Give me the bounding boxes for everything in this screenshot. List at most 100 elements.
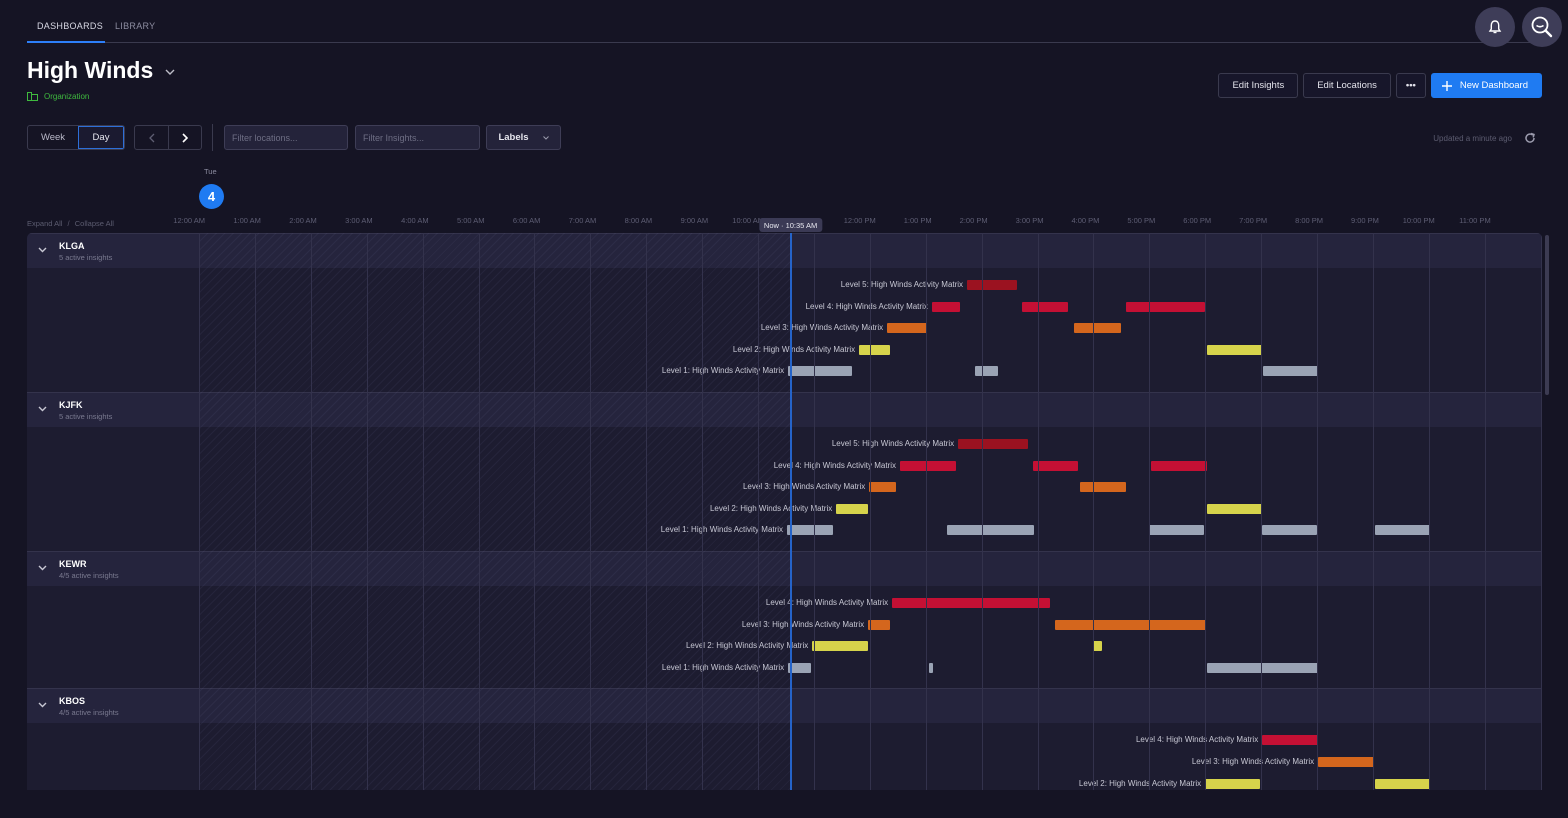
insight-bar-level-3[interactable] — [869, 482, 897, 493]
more-options-button[interactable]: ••• — [1395, 73, 1426, 98]
hour-tick-label: 8:00 PM — [1295, 216, 1323, 225]
timeline-grid: KLGA 5 active insights Level 5: High Winds… — [27, 233, 1542, 790]
hour-tick-label: 2:00 AM — [289, 216, 317, 225]
insight-bar-level-1[interactable] — [788, 662, 812, 673]
insight-row-label: Level 2: High Winds Activity Matrix — [685, 641, 809, 651]
insight-bar-level-1[interactable] — [1262, 525, 1317, 536]
notifications-button[interactable] — [1475, 7, 1515, 47]
hour-tick-label: 1:00 AM — [233, 216, 261, 225]
hour-tick-label: 8:00 AM — [624, 216, 653, 225]
hour-tick-label: 4:00 AM — [401, 216, 429, 225]
insight-row-label: Level 3: High Winds Activity Matrix — [742, 482, 866, 492]
insight-bar-level-1[interactable] — [788, 366, 852, 377]
location-insight-count: 4/5 active insights — [59, 708, 119, 718]
insight-row-label: Level 2: High Winds Activity Matrix — [732, 344, 856, 354]
insight-bar-level-1[interactable] — [1375, 525, 1430, 536]
location-body — [27, 723, 1542, 790]
location-header[interactable]: KJFK 5 active insights — [27, 392, 1542, 427]
insight-row-label: Level 2: High Winds Activity Matrix — [709, 503, 833, 513]
insight-row-label: Level 5: High Winds Activity Matrix — [831, 439, 955, 448]
view-week-button[interactable]: Week — [28, 126, 78, 149]
insight-bar-level-3[interactable] — [1073, 323, 1121, 334]
filter-locations-input[interactable] — [224, 125, 348, 150]
hour-tick-label: 11:00 PM — [1459, 216, 1491, 225]
divider — [212, 124, 213, 151]
hour-tick-label: 10:00 PM — [1402, 216, 1435, 225]
dashboard-title[interactable]: High Winds — [27, 57, 175, 84]
hour-tick-label: 4:00 PM — [1071, 216, 1100, 225]
tab-library[interactable]: LIBRARY — [105, 0, 165, 43]
insight-row-label: Level 3: High Winds Activity Matrix — [1191, 757, 1315, 766]
dashboard-title-text: High Winds — [27, 57, 154, 83]
insight-row-label: Level 4: High Winds Activity Matrix — [805, 301, 928, 311]
next-day-button[interactable] — [168, 126, 201, 149]
new-dashboard-button[interactable]: New Dashboard — [1430, 73, 1542, 98]
insight-bar-level-3[interactable] — [1318, 757, 1374, 767]
vertical-scrollbar[interactable] — [1545, 235, 1549, 395]
location-header[interactable]: KEWR 4/5 active insights — [27, 551, 1542, 586]
insight-bar-level-2[interactable] — [1206, 503, 1263, 514]
location-header[interactable]: KLGA 5 active insights — [27, 233, 1542, 268]
chevron-down-icon[interactable] — [38, 565, 47, 571]
top-tabs: DASHBOARDS LIBRARY — [27, 0, 1542, 43]
chevron-down-icon[interactable] — [38, 406, 47, 412]
insight-bar-level-1[interactable] — [1206, 662, 1319, 673]
refresh-button[interactable] — [1524, 131, 1536, 149]
hour-tick-label: 2:00 PM — [959, 216, 988, 225]
insight-bar-level-2[interactable] — [812, 641, 869, 652]
insight-bar-level-1[interactable] — [974, 366, 998, 377]
chevron-left-icon — [148, 133, 154, 142]
chevron-down-icon[interactable] — [38, 247, 47, 253]
new-dashboard-label: New Dashboard — [1459, 80, 1528, 91]
insight-bar-level-4[interactable] — [1262, 735, 1319, 746]
insight-bar-level-3[interactable] — [887, 323, 927, 334]
insight-bar-level-4[interactable] — [931, 301, 960, 312]
search-button[interactable] — [1522, 7, 1562, 47]
insight-bar-level-1[interactable] — [946, 525, 1035, 536]
insight-bar-level-4[interactable] — [1033, 460, 1078, 471]
scope-label: Organization — [44, 92, 90, 101]
chevron-down-icon[interactable] — [38, 702, 47, 708]
hour-tick-label: 1:00 PM — [903, 216, 932, 225]
insight-bar-level-3[interactable] — [1054, 619, 1206, 630]
insight-bar-level-3[interactable] — [1079, 482, 1126, 493]
filter-insights-input[interactable] — [355, 125, 480, 150]
insight-row-label: Level 1: High Winds Activity Matrix — [661, 366, 785, 376]
scope-badge: Organization — [27, 92, 89, 101]
header-actions: Edit Insights Edit Locations ••• New Das… — [1218, 73, 1542, 98]
refresh-icon — [1525, 132, 1535, 143]
insight-bar-level-1[interactable] — [1262, 366, 1319, 377]
labels-dropdown-label: Labels — [498, 132, 529, 143]
date-badge[interactable]: 4 — [199, 184, 224, 209]
insight-bar-level-4[interactable] — [892, 598, 1050, 608]
previous-day-button[interactable] — [135, 126, 168, 149]
insight-bar-level-2[interactable] — [836, 503, 869, 514]
hour-tick-label: 6:00 AM — [512, 216, 541, 225]
insight-bar-level-2[interactable] — [1375, 778, 1430, 789]
chevron-down-icon — [542, 135, 549, 140]
insight-bar-level-4[interactable] — [1150, 460, 1207, 471]
view-day-button[interactable]: Day — [78, 126, 124, 149]
insight-bar-level-5[interactable] — [958, 439, 1028, 449]
tab-dashboards[interactable]: DASHBOARDS — [27, 0, 105, 43]
insight-bar-level-5[interactable] — [967, 280, 1017, 290]
insight-bar-level-4[interactable] — [1021, 301, 1069, 312]
view-toggle: Week Day — [27, 125, 125, 150]
edit-insights-button[interactable]: Edit Insights — [1218, 73, 1299, 98]
insight-bar-level-4[interactable] — [1125, 301, 1206, 312]
insight-bar-level-2[interactable] — [859, 344, 890, 355]
location-insight-count: 5 active insights — [59, 412, 113, 421]
labels-dropdown[interactable]: Labels — [486, 125, 561, 150]
insight-bar-level-3[interactable] — [868, 619, 890, 630]
hour-tick-label: 12:00 PM — [843, 216, 876, 225]
insight-bar-level-1[interactable] — [929, 662, 933, 673]
edit-locations-button[interactable]: Edit Locations — [1303, 73, 1391, 98]
insight-bar-level-1[interactable] — [1149, 525, 1205, 536]
insight-bar-level-2[interactable] — [1206, 344, 1263, 355]
insight-bar-level-4[interactable] — [899, 460, 956, 471]
insight-bar-level-2[interactable] — [1092, 641, 1102, 652]
insight-bar-level-1[interactable] — [787, 525, 833, 536]
insight-bar-level-2[interactable] — [1205, 778, 1260, 789]
location-header[interactable]: KBOS 4/5 active insights — [27, 688, 1542, 724]
insight-row-label: Level 4: High Winds Activity Matrix — [1135, 735, 1259, 745]
